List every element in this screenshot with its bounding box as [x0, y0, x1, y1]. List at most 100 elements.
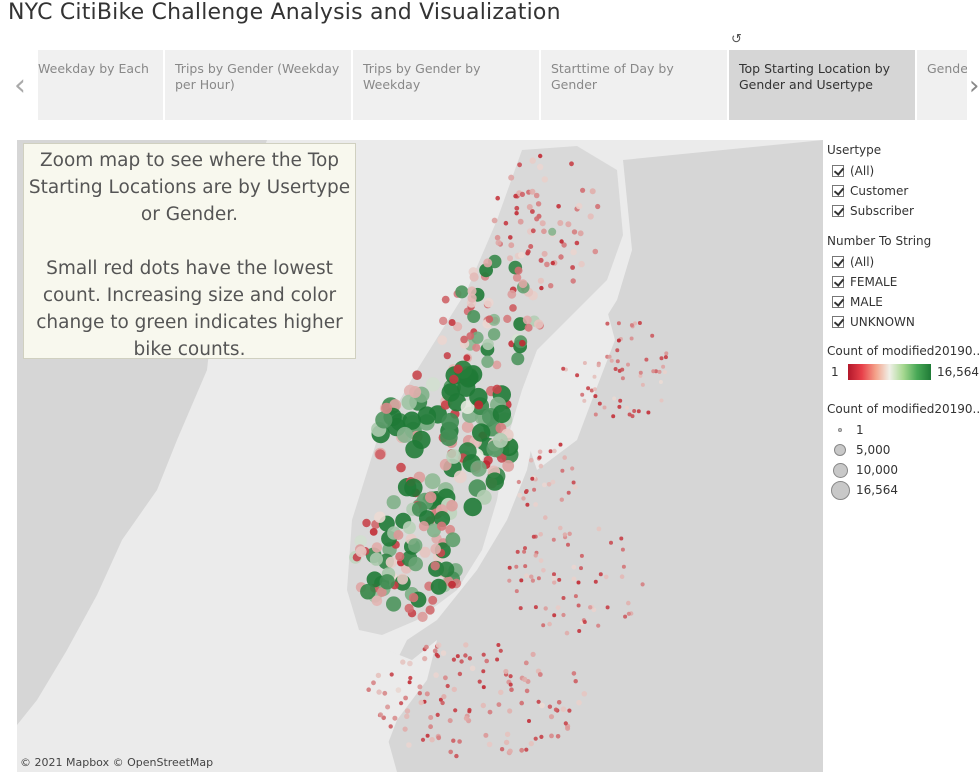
station-marker[interactable]: [522, 315, 532, 325]
station-marker[interactable]: [467, 310, 481, 323]
station-marker[interactable]: [412, 370, 422, 380]
station-marker[interactable]: [498, 689, 504, 695]
chevron-right-icon[interactable]: ›: [969, 68, 979, 104]
station-marker[interactable]: [546, 482, 552, 487]
station-marker[interactable]: [636, 409, 641, 414]
station-marker[interactable]: [624, 405, 629, 410]
station-marker[interactable]: [638, 370, 643, 375]
station-marker[interactable]: [533, 502, 538, 507]
station-marker[interactable]: [627, 412, 632, 417]
station-marker[interactable]: [463, 354, 471, 362]
station-marker[interactable]: [575, 373, 580, 378]
station-marker[interactable]: [558, 525, 563, 531]
station-marker[interactable]: [371, 680, 376, 686]
station-marker[interactable]: [550, 260, 555, 266]
station-marker[interactable]: [484, 658, 490, 664]
station-marker[interactable]: [548, 283, 554, 289]
station-marker[interactable]: [658, 380, 663, 384]
station-marker[interactable]: [448, 319, 456, 326]
station-marker[interactable]: [651, 369, 656, 374]
station-marker[interactable]: [425, 377, 441, 392]
station-marker[interactable]: [513, 193, 518, 199]
station-marker[interactable]: [418, 699, 424, 706]
station-marker[interactable]: [561, 596, 566, 600]
station-marker[interactable]: [407, 680, 412, 685]
station-marker[interactable]: [605, 605, 610, 610]
station-marker[interactable]: [578, 260, 585, 268]
station-marker[interactable]: [451, 657, 456, 662]
station-marker[interactable]: [538, 532, 543, 537]
station-marker[interactable]: [558, 442, 563, 447]
station-marker[interactable]: [526, 204, 533, 210]
station-marker[interactable]: [533, 605, 538, 610]
station-marker[interactable]: [528, 457, 534, 463]
station-marker[interactable]: [619, 536, 624, 541]
station-marker[interactable]: [378, 712, 384, 718]
station-marker[interactable]: [498, 648, 503, 653]
station-marker[interactable]: [582, 398, 587, 403]
station-marker[interactable]: [446, 499, 458, 512]
station-marker[interactable]: [592, 387, 597, 392]
station-marker[interactable]: [561, 612, 566, 618]
station-marker[interactable]: [566, 542, 570, 547]
station-marker[interactable]: [646, 410, 651, 415]
station-marker[interactable]: [507, 578, 512, 583]
station-marker[interactable]: [596, 526, 602, 532]
station-marker[interactable]: [482, 338, 494, 351]
station-marker[interactable]: [548, 227, 557, 236]
station-marker[interactable]: [430, 561, 440, 571]
station-marker[interactable]: [582, 361, 587, 365]
station-marker[interactable]: [562, 455, 567, 460]
station-marker[interactable]: [517, 218, 524, 225]
station-marker[interactable]: [469, 665, 476, 672]
station-marker[interactable]: [507, 255, 513, 262]
station-marker[interactable]: [644, 357, 649, 362]
station-marker[interactable]: [615, 348, 620, 353]
station-marker[interactable]: [556, 204, 561, 209]
station-marker[interactable]: [492, 432, 508, 448]
station-marker[interactable]: [463, 715, 469, 721]
station-marker[interactable]: [438, 561, 455, 578]
station-marker[interactable]: [432, 648, 438, 654]
station-marker[interactable]: [508, 242, 515, 249]
station-marker[interactable]: [463, 653, 468, 658]
station-marker[interactable]: [544, 261, 550, 268]
station-marker[interactable]: [538, 463, 544, 469]
station-marker[interactable]: [566, 490, 571, 495]
station-marker[interactable]: [425, 733, 430, 738]
station-marker[interactable]: [519, 191, 525, 197]
station-marker[interactable]: [555, 734, 561, 739]
station-marker[interactable]: [560, 468, 565, 473]
station-marker[interactable]: [534, 319, 544, 329]
station-marker[interactable]: [524, 688, 530, 694]
station-marker[interactable]: [496, 643, 501, 647]
station-marker[interactable]: [593, 579, 598, 584]
station-marker[interactable]: [593, 394, 598, 399]
station-marker[interactable]: [616, 338, 621, 343]
station-marker[interactable]: [522, 549, 527, 554]
station-marker[interactable]: [375, 449, 386, 460]
station-marker[interactable]: [564, 630, 570, 636]
station-marker[interactable]: [376, 689, 382, 695]
station-marker[interactable]: [637, 321, 642, 325]
station-marker[interactable]: [548, 714, 555, 720]
chevron-left-icon[interactable]: ‹: [8, 68, 32, 104]
usertype-option-customer[interactable]: Customer: [827, 181, 979, 201]
station-marker[interactable]: [424, 473, 441, 490]
station-marker[interactable]: [441, 694, 447, 700]
station-marker[interactable]: [561, 366, 566, 371]
station-marker[interactable]: [519, 700, 524, 706]
checkbox-icon[interactable]: [832, 316, 844, 328]
station-marker[interactable]: [523, 564, 528, 569]
station-marker[interactable]: [487, 328, 501, 341]
station-marker[interactable]: [574, 240, 580, 246]
station-marker[interactable]: [385, 556, 397, 568]
station-marker[interactable]: [402, 521, 416, 535]
station-marker[interactable]: [508, 174, 515, 181]
station-marker[interactable]: [435, 712, 440, 718]
station-marker[interactable]: [615, 359, 620, 364]
station-marker[interactable]: [503, 668, 509, 675]
station-marker[interactable]: [571, 480, 576, 485]
station-marker[interactable]: [503, 220, 509, 226]
gender-option-male[interactable]: MALE: [827, 292, 979, 312]
